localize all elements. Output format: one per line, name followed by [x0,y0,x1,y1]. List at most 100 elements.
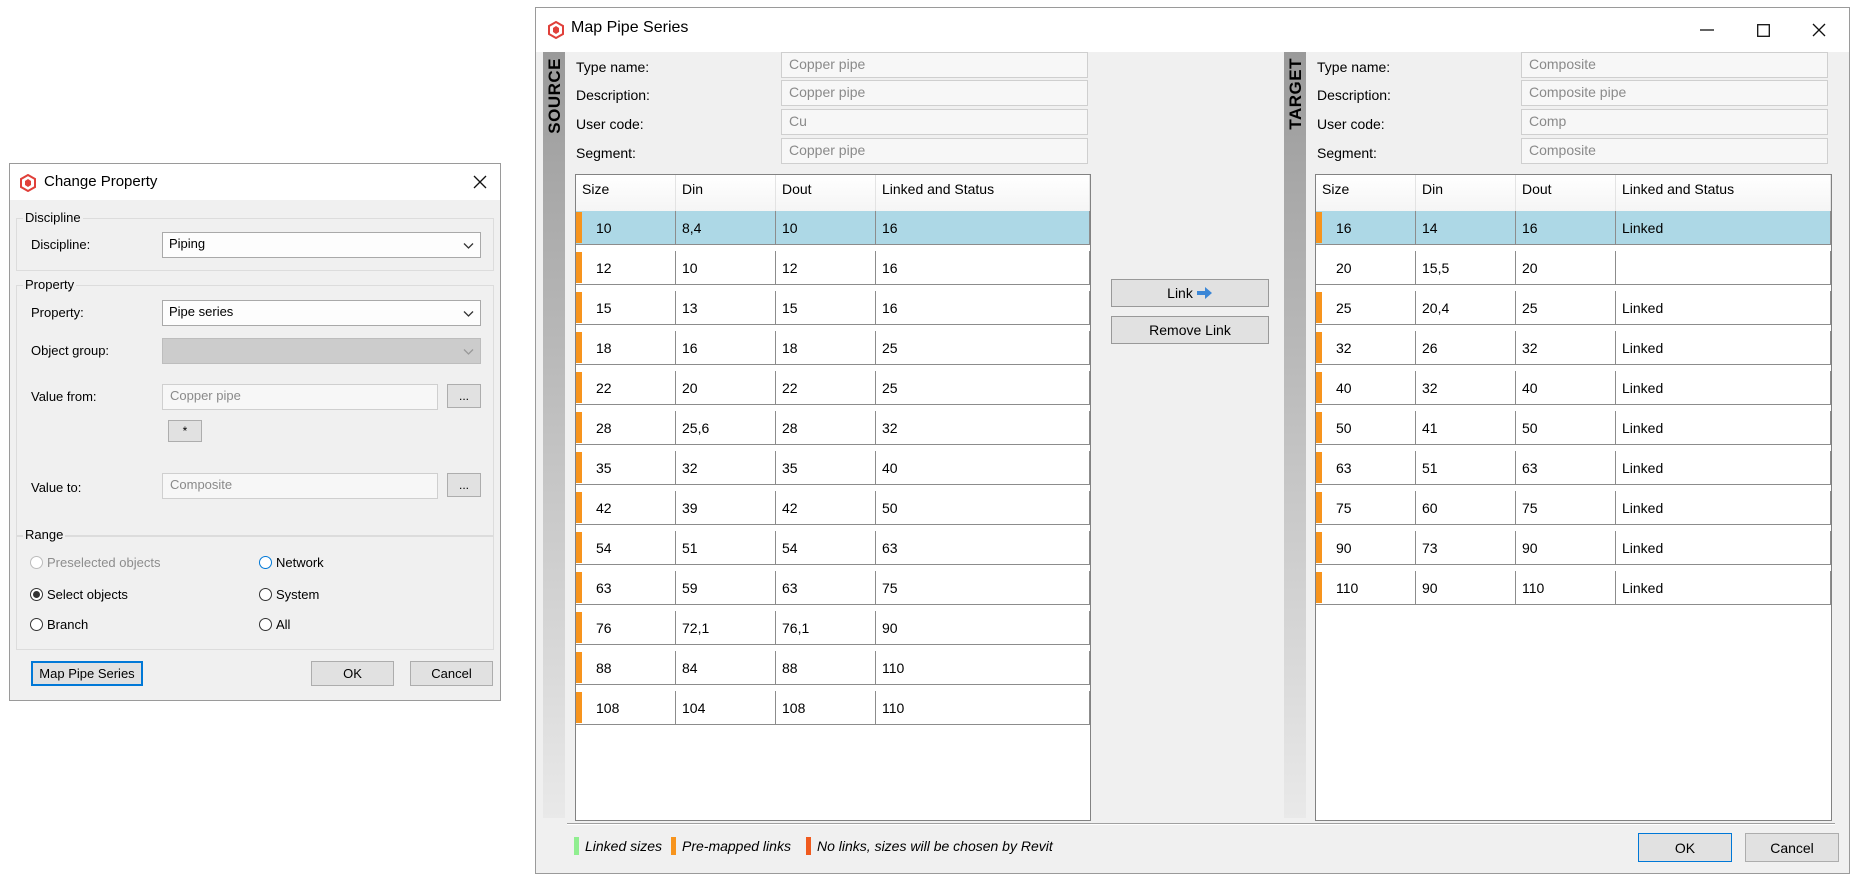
value-to-field[interactable]: Composite [162,473,438,499]
target-segment-field[interactable]: Composite [1521,138,1828,164]
cell-size: 108 [576,691,676,725]
cell-dout: 54 [776,531,876,565]
table-row[interactable]: 32 26 32 Linked [1316,331,1831,365]
table-row[interactable]: 25 20,4 25 Linked [1316,291,1831,325]
ok-button[interactable]: OK [1638,833,1732,862]
target-description-field[interactable]: Composite pipe [1521,80,1828,106]
target-sizes-table[interactable]: Size Din Dout Linked and Status 16 14 16 Li… [1315,174,1832,821]
column-header-dout[interactable]: Dout [776,175,876,211]
cell-size: 88 [576,651,676,685]
target-description-label: Description: [1317,87,1391,103]
table-row[interactable]: 76 72,1 76,1 90 [576,611,1090,645]
table-row[interactable]: 35 32 35 40 [576,451,1090,485]
discipline-label: Discipline: [31,237,91,252]
table-row[interactable]: 16 14 16 Linked [1316,211,1831,245]
target-table-header: Size Din Dout Linked and Status [1316,175,1831,212]
table-row[interactable]: 90 73 90 Linked [1316,531,1831,565]
radio-network[interactable]: Network [259,555,324,570]
column-header-status[interactable]: Linked and Status [1616,175,1831,211]
cell-din: 84 [676,651,776,685]
close-icon[interactable] [460,164,500,200]
value-from-field[interactable]: Copper pipe [162,384,438,410]
cell-status: 16 [876,211,1090,245]
property-group-title: Property [23,277,77,292]
radio-branch[interactable]: Branch [30,617,88,632]
wildcard-button[interactable]: * [168,420,202,442]
remove-link-button[interactable]: Remove Link [1111,316,1269,344]
target-type-name-field[interactable]: Composite [1521,52,1828,78]
table-row[interactable]: 20 15,5 20 [1316,251,1831,285]
radio-system[interactable]: System [259,587,319,602]
target-side-bar: TARGET [1284,52,1306,818]
cell-size: 50 [1316,411,1416,445]
source-user-code-field[interactable]: Cu [781,109,1088,135]
pre-mapped-marker [576,252,582,283]
table-row[interactable]: 63 51 63 Linked [1316,451,1831,485]
table-row[interactable]: 10 8,4 10 16 [576,211,1090,245]
radio-preselected-objects[interactable]: Preselected objects [30,555,160,570]
table-row[interactable]: 63 59 63 75 [576,571,1090,605]
link-button[interactable]: Link [1111,279,1269,307]
radio-select-objects[interactable]: Select objects [30,587,128,602]
cell-size: 76 [576,611,676,645]
minimize-icon[interactable] [1681,8,1733,52]
table-row[interactable]: 28 25,6 28 32 [576,411,1090,445]
value-to-label: Value to: [31,480,82,495]
cell-size: 110 [1316,571,1416,605]
cell-din: 72,1 [676,611,776,645]
property-select[interactable]: Pipe series [162,300,481,326]
radio-dot [30,556,43,569]
source-description-field[interactable]: Copper pipe [781,80,1088,106]
table-row[interactable]: 40 32 40 Linked [1316,371,1831,405]
table-row[interactable]: 42 39 42 50 [576,491,1090,525]
column-header-din[interactable]: Din [676,175,776,211]
value-to-browse-button[interactable]: ... [447,473,481,497]
column-header-din[interactable]: Din [1416,175,1516,211]
column-header-size[interactable]: Size [576,175,676,211]
column-header-status[interactable]: Linked and Status [876,175,1090,211]
table-row[interactable]: 75 60 75 Linked [1316,491,1831,525]
table-row[interactable]: 54 51 54 63 [576,531,1090,565]
radio-all[interactable]: All [259,617,290,632]
table-row[interactable]: 22 20 22 25 [576,371,1090,405]
table-row[interactable]: 15 13 15 16 [576,291,1090,325]
table-row[interactable]: 12 10 12 16 [576,251,1090,285]
table-row[interactable]: 88 84 88 110 [576,651,1090,685]
legend-swatch [806,837,811,855]
value-from-browse-button[interactable]: ... [447,384,481,408]
ok-button[interactable]: OK [311,661,394,686]
cell-din: 14 [1416,211,1516,245]
table-row[interactable]: 108 104 108 110 [576,691,1090,725]
target-user-code-label: User code: [1317,116,1385,132]
pre-mapped-marker [576,612,582,643]
column-header-size[interactable]: Size [1316,175,1416,211]
maximize-icon[interactable] [1737,8,1789,52]
change-property-title: Change Property [44,173,158,190]
table-row[interactable]: 18 16 18 25 [576,331,1090,365]
cancel-button[interactable]: Cancel [1745,833,1839,862]
map-pipe-series-button[interactable]: Map Pipe Series [31,661,143,686]
source-segment-field[interactable]: Copper pipe [781,138,1088,164]
cancel-button[interactable]: Cancel [410,661,493,686]
cell-status [1616,251,1831,285]
legend-label: Linked sizes [585,838,663,854]
close-icon[interactable] [1793,8,1845,52]
cell-size: 20 [1316,251,1416,285]
radio-label: Network [276,555,324,570]
map-pipe-series-dialog: Map Pipe Series SOURCE Type name: Copper… [535,7,1850,874]
cell-dout: 110 [1516,571,1616,605]
table-row[interactable]: 50 41 50 Linked [1316,411,1831,445]
object-group-select[interactable] [162,338,481,364]
column-header-dout[interactable]: Dout [1516,175,1616,211]
source-sizes-table[interactable]: Size Din Dout Linked and Status 10 8,4 10 1… [575,174,1091,821]
source-table-header: Size Din Dout Linked and Status [576,175,1090,212]
discipline-select[interactable]: Piping [162,232,481,258]
cell-size: 63 [1316,451,1416,485]
property-label: Property: [31,305,84,320]
pre-mapped-marker [576,412,582,443]
cell-status: Linked [1616,491,1831,525]
cell-dout: 20 [1516,251,1616,285]
table-row[interactable]: 110 90 110 Linked [1316,571,1831,605]
source-type-name-field[interactable]: Copper pipe [781,52,1088,78]
target-user-code-field[interactable]: Comp [1521,109,1828,135]
